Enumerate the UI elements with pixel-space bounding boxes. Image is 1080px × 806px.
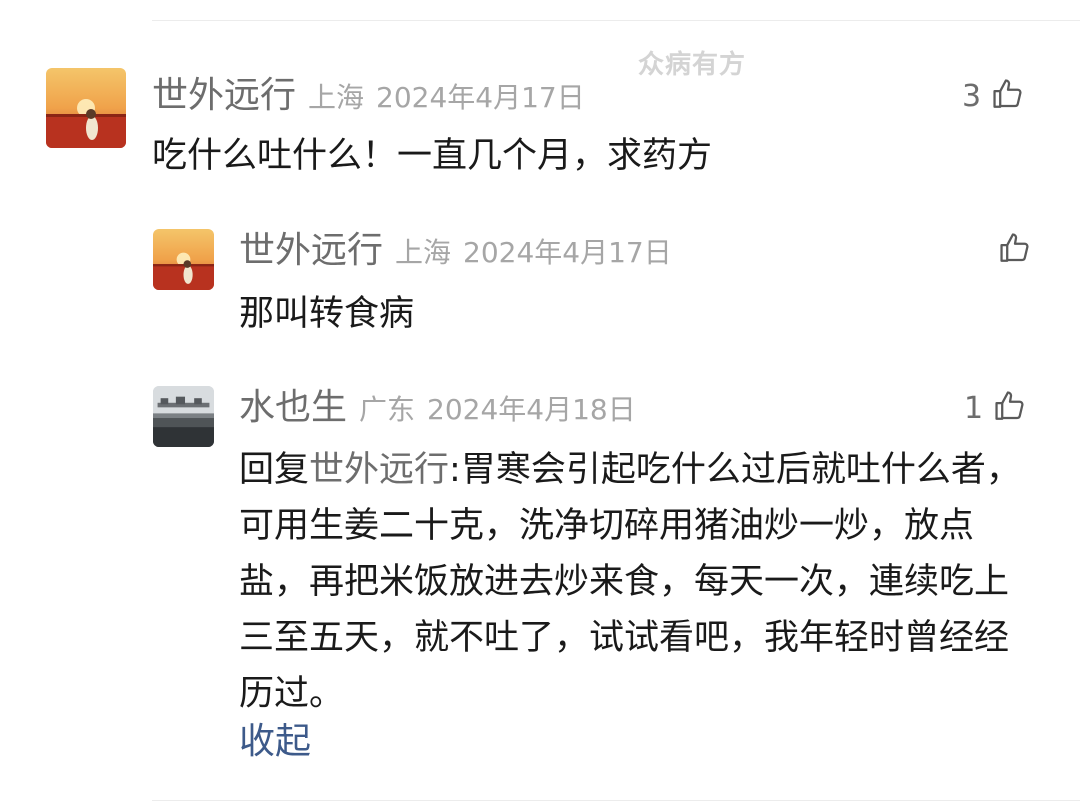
comment-meta: 世外远行 上海 2024年4月17日 [239,233,672,269]
thumbs-up-icon [991,77,1025,115]
location-label: 上海 [395,236,452,269]
collapse-link[interactable]: 收起 [239,712,311,764]
comment-text: 吃什么吐什么！一直几个月，求药方 [152,136,713,176]
bottom-divider [152,800,1080,801]
like-button[interactable]: 1 [964,388,1027,428]
reply-target-user[interactable]: 世外远行 [309,450,449,490]
thumbs-up-icon [993,389,1027,427]
comment-meta: 水也生 广东 2024年4月18日 [239,390,636,426]
location-label: 上海 [308,81,365,114]
author-name[interactable]: 世外远行 [152,75,296,116]
like-count: 3 [962,78,982,114]
like-count: 1 [964,390,984,426]
author-name[interactable]: 世外远行 [239,230,383,271]
top-divider [152,20,1080,21]
watermark: 众病有方 [638,50,747,80]
author-name[interactable]: 水也生 [239,387,347,428]
comment-text: 那叫转食病 [239,294,415,334]
comment-date: 2024年4月17日 [463,236,672,269]
comment-date: 2024年4月17日 [376,81,585,114]
comment-text: 回复世外远行:胃寒会引起吃什么过后就吐什么者，可用生姜二十克，洗净切碎用猪油炒一… [239,442,1039,722]
avatar[interactable] [153,386,214,447]
like-button[interactable] [998,230,1032,270]
avatar[interactable] [46,68,126,148]
like-button[interactable]: 3 [962,76,1025,116]
avatar[interactable] [153,229,214,290]
location-label: 广东 [359,393,416,426]
comment-date: 2024年4月18日 [427,393,636,426]
thumbs-up-icon [998,231,1032,269]
reply-prefix: 回复 [239,450,310,490]
comment-meta: 世外远行 上海 2024年4月17日 [152,78,585,114]
